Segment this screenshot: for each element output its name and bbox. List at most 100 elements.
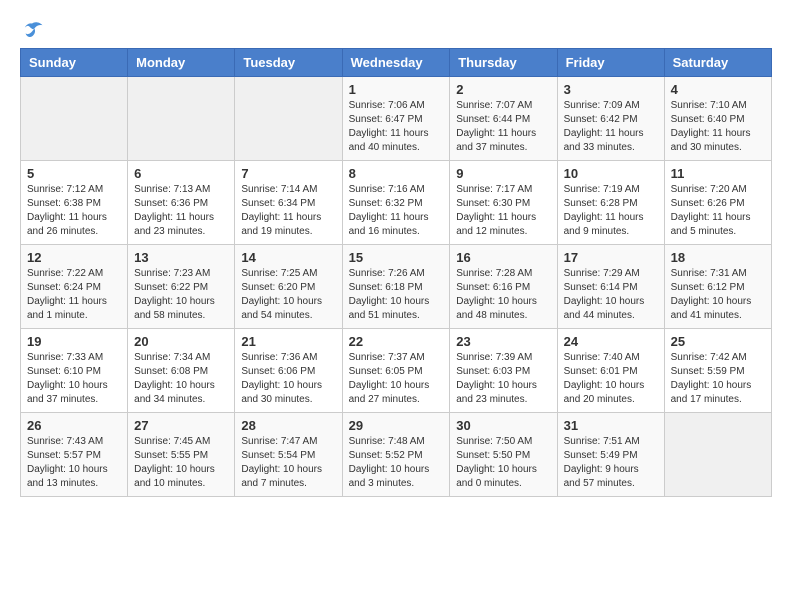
day-number: 30: [456, 418, 550, 433]
calendar-week-row: 26 Sunrise: 7:43 AM Sunset: 5:57 PM Dayli…: [21, 413, 772, 497]
weekday-header: Tuesday: [235, 49, 342, 77]
day-number: 25: [671, 334, 765, 349]
day-number: 24: [564, 334, 658, 349]
calendar-cell: 31 Sunrise: 7:51 AM Sunset: 5:49 PM Dayli…: [557, 413, 664, 497]
day-info: Sunrise: 7:12 AM Sunset: 6:38 PM Dayligh…: [27, 183, 121, 239]
calendar-cell: 5 Sunrise: 7:12 AM Sunset: 6:38 PM Daylig…: [21, 161, 128, 245]
page-header: [20, 20, 772, 40]
day-number: 26: [27, 418, 121, 433]
calendar-cell: 25 Sunrise: 7:42 AM Sunset: 5:59 PM Dayli…: [664, 329, 771, 413]
calendar-cell: 16 Sunrise: 7:28 AM Sunset: 6:16 PM Dayli…: [450, 245, 557, 329]
calendar-cell: 18 Sunrise: 7:31 AM Sunset: 6:12 PM Dayli…: [664, 245, 771, 329]
day-info: Sunrise: 7:37 AM Sunset: 6:05 PM Dayligh…: [349, 351, 444, 407]
day-number: 22: [349, 334, 444, 349]
day-number: 21: [241, 334, 335, 349]
calendar-week-row: 19 Sunrise: 7:33 AM Sunset: 6:10 PM Dayli…: [21, 329, 772, 413]
day-info: Sunrise: 7:23 AM Sunset: 6:22 PM Dayligh…: [134, 267, 228, 323]
calendar-cell: 9Sunrise: 7:17 AM Sunset: 6:30 PM Daylig…: [450, 161, 557, 245]
day-number: 15: [349, 250, 444, 265]
day-info: Sunrise: 7:45 AM Sunset: 5:55 PM Dayligh…: [134, 435, 228, 491]
day-info: Sunrise: 7:22 AM Sunset: 6:24 PM Dayligh…: [27, 267, 121, 323]
weekday-header: Monday: [128, 49, 235, 77]
calendar-cell: 17 Sunrise: 7:29 AM Sunset: 6:14 PM Dayli…: [557, 245, 664, 329]
calendar-cell: [21, 77, 128, 161]
day-info: Sunrise: 7:33 AM Sunset: 6:10 PM Dayligh…: [27, 351, 121, 407]
day-info: Sunrise: 7:13 AM Sunset: 6:36 PM Dayligh…: [134, 183, 228, 239]
day-info: Sunrise: 7:34 AM Sunset: 6:08 PM Dayligh…: [134, 351, 228, 407]
day-number: 29: [349, 418, 444, 433]
calendar-cell: 1Sunrise: 7:06 AM Sunset: 6:47 PM Daylig…: [342, 77, 450, 161]
calendar-cell: 28Sunrise: 7:47 AM Sunset: 5:54 PM Dayli…: [235, 413, 342, 497]
day-info: Sunrise: 7:16 AM Sunset: 6:32 PM Dayligh…: [349, 183, 444, 239]
weekday-header: Thursday: [450, 49, 557, 77]
day-info: Sunrise: 7:31 AM Sunset: 6:12 PM Dayligh…: [671, 267, 765, 323]
calendar-cell: 26 Sunrise: 7:43 AM Sunset: 5:57 PM Dayli…: [21, 413, 128, 497]
calendar-cell: 24Sunrise: 7:40 AM Sunset: 6:01 PM Dayli…: [557, 329, 664, 413]
day-number: 18: [671, 250, 765, 265]
calendar-cell: 4 Sunrise: 7:10 AM Sunset: 6:40 PM Daylig…: [664, 77, 771, 161]
day-number: 4: [671, 82, 765, 97]
day-number: 23: [456, 334, 550, 349]
day-info: Sunrise: 7:36 AM Sunset: 6:06 PM Dayligh…: [241, 351, 335, 407]
day-info: Sunrise: 7:10 AM Sunset: 6:40 PM Dayligh…: [671, 99, 765, 155]
day-info: Sunrise: 7:07 AM Sunset: 6:44 PM Dayligh…: [456, 99, 550, 155]
calendar-week-row: 12Sunrise: 7:22 AM Sunset: 6:24 PM Dayli…: [21, 245, 772, 329]
day-number: 3: [564, 82, 658, 97]
calendar-cell: 13 Sunrise: 7:23 AM Sunset: 6:22 PM Dayli…: [128, 245, 235, 329]
calendar-cell: 19 Sunrise: 7:33 AM Sunset: 6:10 PM Dayli…: [21, 329, 128, 413]
calendar-cell: [664, 413, 771, 497]
day-info: Sunrise: 7:39 AM Sunset: 6:03 PM Dayligh…: [456, 351, 550, 407]
day-number: 27: [134, 418, 228, 433]
day-number: 17: [564, 250, 658, 265]
day-info: Sunrise: 7:48 AM Sunset: 5:52 PM Dayligh…: [349, 435, 444, 491]
weekday-header: Wednesday: [342, 49, 450, 77]
calendar-cell: [128, 77, 235, 161]
day-number: 16: [456, 250, 550, 265]
day-number: 11: [671, 166, 765, 181]
day-info: Sunrise: 7:26 AM Sunset: 6:18 PM Dayligh…: [349, 267, 444, 323]
calendar-cell: 21 Sunrise: 7:36 AM Sunset: 6:06 PM Dayli…: [235, 329, 342, 413]
day-number: 1: [349, 82, 444, 97]
calendar-cell: 7 Sunrise: 7:14 AM Sunset: 6:34 PM Daylig…: [235, 161, 342, 245]
day-number: 13: [134, 250, 228, 265]
day-number: 20: [134, 334, 228, 349]
day-number: 6: [134, 166, 228, 181]
calendar-cell: 2 Sunrise: 7:07 AM Sunset: 6:44 PM Daylig…: [450, 77, 557, 161]
calendar-cell: 3 Sunrise: 7:09 AM Sunset: 6:42 PM Daylig…: [557, 77, 664, 161]
day-number: 31: [564, 418, 658, 433]
day-number: 8: [349, 166, 444, 181]
day-info: Sunrise: 7:51 AM Sunset: 5:49 PM Dayligh…: [564, 435, 658, 491]
day-number: 14: [241, 250, 335, 265]
day-info: Sunrise: 7:43 AM Sunset: 5:57 PM Dayligh…: [27, 435, 121, 491]
logo-icon: [20, 20, 44, 40]
calendar-table: SundayMondayTuesdayWednesdayThursdayFrid…: [20, 48, 772, 497]
day-info: Sunrise: 7:29 AM Sunset: 6:14 PM Dayligh…: [564, 267, 658, 323]
day-number: 2: [456, 82, 550, 97]
day-info: Sunrise: 7:47 AM Sunset: 5:54 PM Dayligh…: [241, 435, 335, 491]
day-number: 5: [27, 166, 121, 181]
calendar-cell: [235, 77, 342, 161]
calendar-cell: 12Sunrise: 7:22 AM Sunset: 6:24 PM Dayli…: [21, 245, 128, 329]
calendar-week-row: 5 Sunrise: 7:12 AM Sunset: 6:38 PM Daylig…: [21, 161, 772, 245]
day-number: 10: [564, 166, 658, 181]
day-info: Sunrise: 7:42 AM Sunset: 5:59 PM Dayligh…: [671, 351, 765, 407]
calendar-cell: 14Sunrise: 7:25 AM Sunset: 6:20 PM Dayli…: [235, 245, 342, 329]
calendar-cell: 29 Sunrise: 7:48 AM Sunset: 5:52 PM Dayli…: [342, 413, 450, 497]
day-number: 19: [27, 334, 121, 349]
day-info: Sunrise: 7:14 AM Sunset: 6:34 PM Dayligh…: [241, 183, 335, 239]
day-number: 7: [241, 166, 335, 181]
day-info: Sunrise: 7:19 AM Sunset: 6:28 PM Dayligh…: [564, 183, 658, 239]
calendar-cell: 20 Sunrise: 7:34 AM Sunset: 6:08 PM Dayli…: [128, 329, 235, 413]
calendar-cell: 6 Sunrise: 7:13 AM Sunset: 6:36 PM Daylig…: [128, 161, 235, 245]
calendar-cell: 22 Sunrise: 7:37 AM Sunset: 6:05 PM Dayli…: [342, 329, 450, 413]
logo: [20, 20, 48, 40]
weekday-header: Friday: [557, 49, 664, 77]
calendar-cell: 23 Sunrise: 7:39 AM Sunset: 6:03 PM Dayli…: [450, 329, 557, 413]
calendar-cell: 11Sunrise: 7:20 AM Sunset: 6:26 PM Dayli…: [664, 161, 771, 245]
calendar-week-row: 1Sunrise: 7:06 AM Sunset: 6:47 PM Daylig…: [21, 77, 772, 161]
day-number: 9: [456, 166, 550, 181]
calendar-cell: 10 Sunrise: 7:19 AM Sunset: 6:28 PM Dayli…: [557, 161, 664, 245]
day-info: Sunrise: 7:09 AM Sunset: 6:42 PM Dayligh…: [564, 99, 658, 155]
calendar-cell: 27 Sunrise: 7:45 AM Sunset: 5:55 PM Dayli…: [128, 413, 235, 497]
day-info: Sunrise: 7:28 AM Sunset: 6:16 PM Dayligh…: [456, 267, 550, 323]
